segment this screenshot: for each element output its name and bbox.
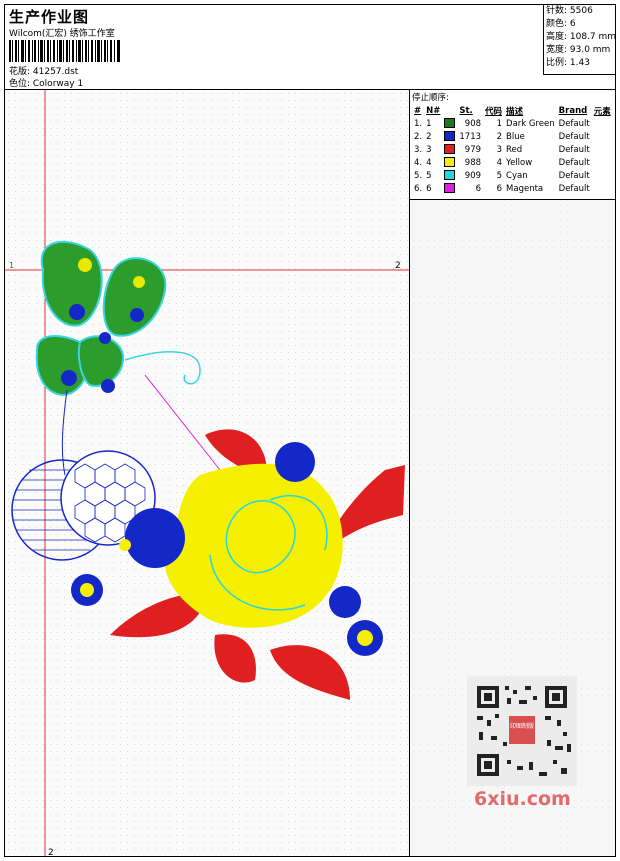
row-swatch <box>442 143 457 156</box>
table-row: 2. 2 1713 2 Blue Default <box>412 130 613 143</box>
row-stitches: 909 <box>464 170 482 181</box>
row-element <box>592 117 613 130</box>
butterfly-motif <box>35 240 221 476</box>
v-guide-end-label: 2 <box>48 848 54 856</box>
row-description: Red <box>506 144 523 155</box>
row-needle: 6 <box>426 183 432 194</box>
row-index: 4. <box>414 157 423 168</box>
stitch-count: 针数: 5506 <box>546 6 593 16</box>
color-swatch <box>444 131 456 142</box>
row-brand: Default <box>558 144 590 155</box>
row-description: Cyan <box>506 170 528 181</box>
sheet-title: 生产作业图 <box>9 8 90 26</box>
table-row: 4. 4 988 4 Yellow Default <box>412 156 613 169</box>
row-brand: Default <box>558 131 590 142</box>
design-height: 高度: 108.7 mm <box>546 32 617 42</box>
row-index: 2. <box>414 131 423 142</box>
row-description: Yellow <box>506 157 533 168</box>
row-swatch <box>442 117 457 130</box>
row-swatch <box>442 156 457 169</box>
row-stitches: 6 <box>475 183 482 194</box>
row-brand: Default <box>558 118 590 129</box>
row-swatch <box>442 169 457 182</box>
row-index: 5. <box>414 170 423 181</box>
row-description: Magenta <box>506 183 544 194</box>
row-element <box>592 182 613 195</box>
color-swatch <box>444 157 456 168</box>
row-element <box>592 130 613 143</box>
stop-table-header: # N# St. 代码 描述 Brand 元素 <box>412 104 613 117</box>
color-swatch <box>444 183 456 194</box>
row-needle: 3 <box>426 144 432 155</box>
color-swatch <box>444 144 456 155</box>
row-brand: Default <box>558 157 590 168</box>
color-count: 颜色: 6 <box>546 19 576 29</box>
embroidery-artwork: 1 2 2 <box>5 90 409 856</box>
row-stitches: 908 <box>464 118 482 129</box>
watermark-text: 6xiu.com <box>474 788 571 810</box>
row-description: Dark Green <box>506 118 555 129</box>
color-swatch <box>444 170 456 181</box>
row-element <box>592 156 613 169</box>
company-name: Wilcom(汇宏) 绣饰工作室 <box>9 29 115 39</box>
row-code: 2 <box>496 131 503 142</box>
row-index: 6. <box>414 183 423 194</box>
col-header-code: 代码 <box>485 106 503 117</box>
col-header-needle: N# <box>426 105 441 116</box>
h-guide-end-label: 2 <box>395 261 401 271</box>
sheet-header: 生产作业图 Wilcom(汇宏) 绣饰工作室 花版: 41257.dst 色位:… <box>5 5 616 90</box>
row-description: Blue <box>506 131 525 142</box>
table-row: 3. 3 979 3 Red Default <box>412 143 613 156</box>
col-header-index: # <box>414 105 422 116</box>
table-row: 6. 6 6 6 Magenta Default <box>412 182 613 195</box>
h-guide-start-label: 1 <box>9 261 14 270</box>
design-width: 宽度: 93.0 mm <box>546 45 611 55</box>
col-header-swatch <box>442 104 457 117</box>
row-stitches: 1713 <box>459 131 482 142</box>
row-code: 5 <box>496 170 503 181</box>
row-brand: Default <box>558 183 590 194</box>
stop-sequence-table: # N# St. 代码 描述 Brand 元素 1. 1 908 1 Dark … <box>412 104 613 195</box>
row-needle: 4 <box>426 157 432 168</box>
row-stitches: 979 <box>464 144 482 155</box>
row-code: 3 <box>496 144 503 155</box>
row-index: 1. <box>414 118 423 129</box>
col-header-element: 元素 <box>593 106 611 117</box>
stop-sequence-title: 停止顺序: <box>412 93 449 103</box>
row-element <box>592 169 613 182</box>
row-brand: Default <box>558 170 590 181</box>
barcode <box>9 40 120 62</box>
row-needle: 1 <box>426 118 432 129</box>
stats-box: 针数: 5506 颜色: 6 高度: 108.7 mm 宽度: 93.0 mm … <box>543 5 616 75</box>
design-preview: 1 2 2 <box>5 90 410 856</box>
col-header-brand: Brand <box>558 105 588 116</box>
row-index: 3. <box>414 144 423 155</box>
row-code: 1 <box>496 118 503 129</box>
row-swatch <box>442 130 457 143</box>
colorway-label: 色位: Colorway 1 <box>9 79 84 89</box>
row-needle: 5 <box>426 170 432 181</box>
row-element <box>592 143 613 156</box>
col-header-description: 描述 <box>506 106 524 117</box>
row-swatch <box>442 182 457 195</box>
row-stitches: 988 <box>464 157 482 168</box>
row-code: 4 <box>496 157 503 168</box>
table-row: 1. 1 908 1 Dark Green Default <box>412 117 613 130</box>
row-needle: 2 <box>426 131 432 142</box>
color-swatch <box>444 118 456 129</box>
col-header-stitches: St. <box>459 105 473 116</box>
qr-stamp-text: 印图制版 <box>510 722 534 730</box>
stop-sequence-box: 停止顺序: # N# St. 代码 描述 Brand 元素 1. 1 908 1… <box>410 90 615 200</box>
table-row: 5. 5 909 5 Cyan Default <box>412 169 613 182</box>
qr-code: 印图制版 <box>467 676 577 786</box>
design-scale: 比例: 1.43 <box>546 58 590 68</box>
row-code: 6 <box>496 183 503 194</box>
